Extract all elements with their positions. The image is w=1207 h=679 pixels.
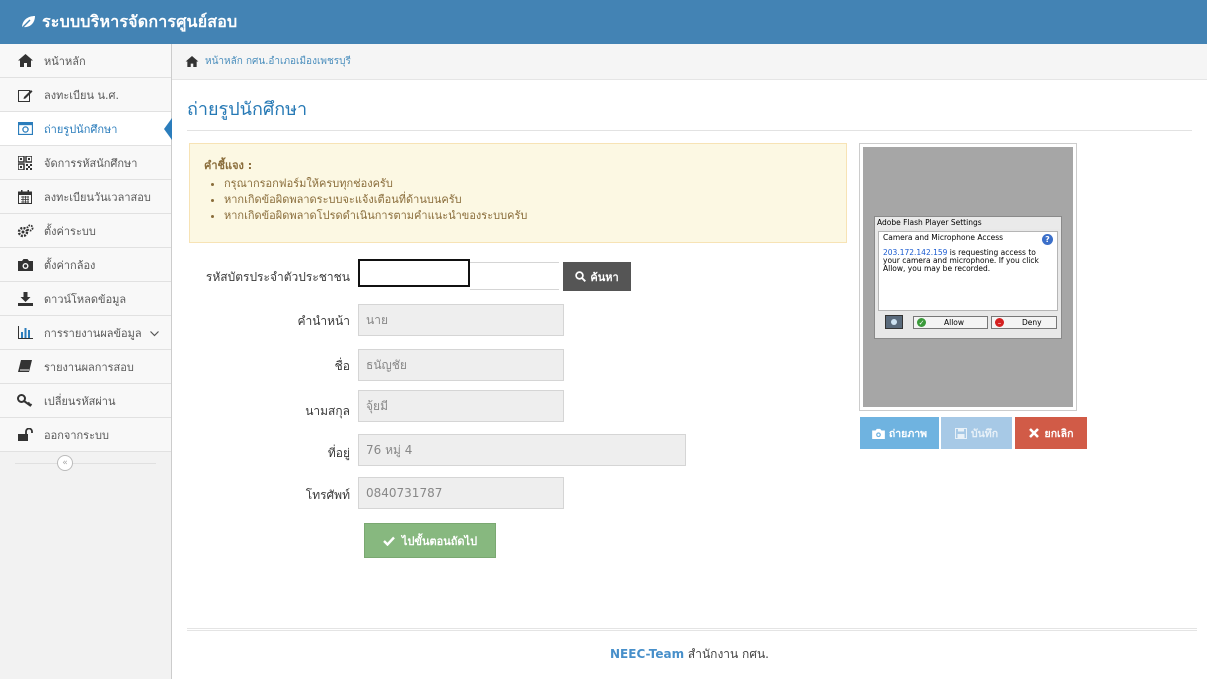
save-photo-label: บันทึก xyxy=(970,427,999,440)
close-icon xyxy=(1028,428,1039,438)
sidebar-item-exam-schedule[interactable]: ลงทะเบียนวันเวลาสอบ xyxy=(0,180,171,214)
alert-item: กรุณากรอกฟอร์มให้ครบทุกช่องครับ xyxy=(224,176,832,192)
sidebar-collapse: « xyxy=(0,452,171,474)
home-icon xyxy=(16,53,34,69)
allow-icon: ✓ xyxy=(917,318,926,327)
sidebar: หน้าหลัก ลงทะเบียน น.ศ. ถ่ายรูปนักศึกษา … xyxy=(0,44,172,679)
save-photo-button[interactable]: บันทึก xyxy=(941,417,1012,449)
address-field[interactable]: 76 หมู่ 4 xyxy=(358,434,686,466)
firstname-label: ชื่อ xyxy=(334,359,350,373)
firstname-field[interactable]: ธนัญชัย xyxy=(358,349,564,381)
sidebar-item-exam-report[interactable]: รายงานผลการสอบ xyxy=(0,350,171,384)
deny-label: Deny xyxy=(1022,318,1042,327)
sidebar-item-student-id[interactable]: จัดการรหัสนักศึกษา xyxy=(0,146,171,180)
save-icon xyxy=(954,427,967,439)
sidebar-item-label: ตั้งค่ากล้อง xyxy=(44,258,96,272)
address-label: ที่อยู่ xyxy=(327,446,350,460)
sidebar-item-label: ออกจากระบบ xyxy=(44,428,109,442)
flash-settings-dialog: Adobe Flash Player Settings Camera and M… xyxy=(874,216,1062,339)
take-photo-button[interactable]: ถ่ายภาพ xyxy=(860,417,939,449)
home-icon xyxy=(185,56,199,67)
lastname-field[interactable]: จุ้ยมี xyxy=(358,390,564,422)
instructions-alert: คำชี้แจง : กรุณากรอกฟอร์มให้ครบทุกช่องคร… xyxy=(189,143,847,243)
search-icon xyxy=(575,271,587,282)
sidebar-item-label: จัดการรหัสนักศึกษา xyxy=(44,156,138,170)
allow-button[interactable]: ✓ Allow xyxy=(913,316,988,329)
cogs-icon xyxy=(16,223,34,239)
flash-dialog-panel: Camera and Microphone Access ? 203.172.1… xyxy=(878,231,1058,311)
alert-item: หากเกิดข้อผิดพลาดโปรดดำเนินการตามคำแนะนำ… xyxy=(224,208,832,224)
sidebar-item-label: ถ่ายรูปนักศึกษา xyxy=(44,122,118,136)
flash-dialog-heading: Camera and Microphone Access xyxy=(883,233,1004,242)
calendar-icon xyxy=(16,189,34,205)
id-input-border xyxy=(470,262,559,290)
next-step-label: ไปขั้นตอนถัดไป xyxy=(401,534,478,548)
cancel-label: ยกเลิก xyxy=(1044,427,1074,440)
sidebar-item-download[interactable]: ดาวน์โหลดข้อมูล xyxy=(0,282,171,316)
sidebar-item-register-student[interactable]: ลงทะเบียน น.ศ. xyxy=(0,78,171,112)
sidebar-item-logout[interactable]: ออกจากระบบ xyxy=(0,418,171,452)
sidebar-item-label: ดาวน์โหลดข้อมูล xyxy=(44,292,127,306)
sidebar-item-label: ลงทะเบียนวันเวลาสอบ xyxy=(44,190,151,204)
qrcode-icon xyxy=(16,155,34,171)
bar-chart-icon xyxy=(16,325,34,341)
book-icon xyxy=(16,359,34,375)
search-button[interactable]: ค้นหา xyxy=(563,262,631,291)
sidebar-item-label: การรายงานผลข้อมูล xyxy=(44,326,142,340)
footer-org: สำนักงาน กศน. xyxy=(684,647,769,661)
sidebar-item-home[interactable]: หน้าหลัก xyxy=(0,44,171,78)
flash-dialog-message: 203.172.142.159 is requesting access to … xyxy=(883,249,1053,273)
sidebar-item-report-data[interactable]: การรายงานผลข้อมูล xyxy=(0,316,171,350)
sidebar-item-label: ตั้งค่าระบบ xyxy=(44,224,96,238)
prefix-field[interactable]: นาย xyxy=(358,304,564,336)
sidebar-item-label: หน้าหลัก xyxy=(44,54,86,68)
sidebar-item-label: ลงทะเบียน น.ศ. xyxy=(44,88,119,102)
lastname-label: นามสกุล xyxy=(305,404,350,418)
download-icon xyxy=(16,291,34,307)
allow-label: Allow xyxy=(944,318,965,327)
help-icon[interactable]: ? xyxy=(1042,234,1053,245)
take-photo-label: ถ่ายภาพ xyxy=(888,427,928,440)
edit-icon xyxy=(16,87,34,103)
breadcrumb-link[interactable]: หน้าหลัก กศน.อำเภอเมืองเพชรบุรี xyxy=(205,54,351,69)
sidebar-item-settings[interactable]: ตั้งค่าระบบ xyxy=(0,214,171,248)
search-label: ค้นหา xyxy=(590,270,619,284)
footer-divider xyxy=(187,628,1197,631)
flash-dialog-title: Adobe Flash Player Settings xyxy=(875,217,1061,229)
camera-icon xyxy=(872,428,885,439)
deny-button[interactable]: – Deny xyxy=(991,316,1057,329)
footer: NEEC-Team สำนักงาน กศน. xyxy=(172,645,1207,664)
alert-item: หากเกิดข้อผิดพลาดระบบจะแจ้งเตือนที่ด้านบ… xyxy=(224,192,832,208)
check-icon xyxy=(383,536,395,546)
top-navbar: ระบบบริหารจัดการศูนย์สอบ xyxy=(0,0,1207,44)
header-divider xyxy=(187,130,1192,131)
next-step-button[interactable]: ไปขั้นตอนถัดไป xyxy=(364,523,496,558)
sidebar-item-change-password[interactable]: เปลี่ยนรหัสผ่าน xyxy=(0,384,171,418)
breadcrumb: หน้าหลัก กศน.อำเภอเมืองเพชรบุรี xyxy=(172,44,1207,80)
id-card-label: รหัสบัตรประจำตัวประชาชน xyxy=(205,270,350,284)
sidebar-item-student-photo[interactable]: ถ่ายรูปนักศึกษา xyxy=(0,112,172,146)
sidebar-item-camera-settings[interactable]: ตั้งค่ากล้อง xyxy=(0,248,171,282)
brand[interactable]: ระบบบริหารจัดการศูนย์สอบ xyxy=(20,10,237,35)
deny-icon: – xyxy=(995,318,1004,327)
footer-team: NEEC-Team xyxy=(610,647,685,661)
sidebar-item-label: รายงานผลการสอบ xyxy=(44,360,134,374)
webcam-icon[interactable] xyxy=(885,315,903,329)
phone-field[interactable]: 0840731787 xyxy=(358,477,564,509)
app-title: ระบบบริหารจัดการศูนย์สอบ xyxy=(42,11,238,31)
unlock-icon xyxy=(16,427,34,443)
id-card-input[interactable] xyxy=(358,259,470,287)
key-icon xyxy=(16,393,34,409)
camera-icon xyxy=(16,121,34,137)
collapse-sidebar-button[interactable]: « xyxy=(57,455,73,471)
prefix-label: คำนำหน้า xyxy=(297,314,350,328)
camera-icon xyxy=(16,257,34,273)
phone-label: โทรศัพท์ xyxy=(305,488,350,502)
leaf-icon xyxy=(20,16,35,29)
cancel-button[interactable]: ยกเลิก xyxy=(1015,417,1087,449)
alert-title: คำชี้แจง : xyxy=(204,159,253,172)
sidebar-item-label: เปลี่ยนรหัสผ่าน xyxy=(44,394,116,408)
page-title: ถ่ายรูปนักศึกษา xyxy=(187,99,308,120)
chevron-down-icon xyxy=(150,327,159,340)
